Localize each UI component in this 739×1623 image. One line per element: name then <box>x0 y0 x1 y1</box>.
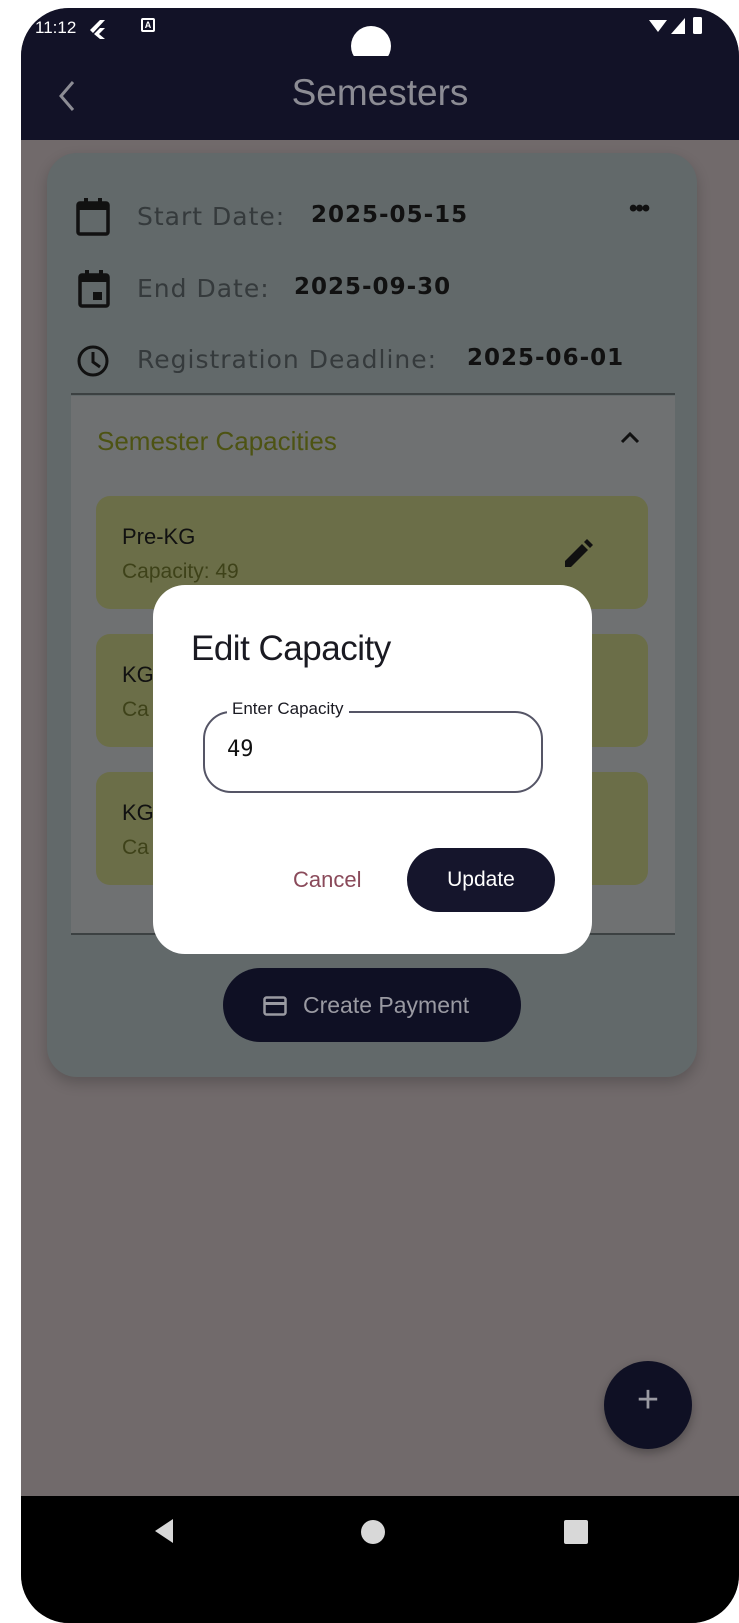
nav-recents-icon[interactable] <box>564 1520 588 1544</box>
capacity-field-label: Enter Capacity <box>227 699 349 719</box>
status-bar: 11:12 A <box>21 8 739 66</box>
clock-icon <box>75 341 111 386</box>
capacity-input[interactable] <box>227 737 517 762</box>
calendar-icon <box>75 198 111 243</box>
end-date-label: End Date: <box>137 274 270 303</box>
capacity-item-name: KG <box>122 800 154 825</box>
page-title: Semesters <box>291 72 469 113</box>
nav-home-icon[interactable] <box>361 1520 385 1544</box>
notification-badge: A <box>141 18 155 32</box>
app-bar: Semesters <box>21 56 739 140</box>
capacities-title[interactable]: Semester Capacities <box>97 426 337 457</box>
edit-icon[interactable] <box>560 538 594 577</box>
cancel-button[interactable]: Cancel <box>293 867 361 893</box>
divider-top <box>71 393 675 395</box>
status-icons <box>647 14 709 43</box>
start-date-value: 2025-05-15 <box>311 202 469 228</box>
capacity-item-value: Capacity: 49 <box>122 560 239 583</box>
flutter-icon <box>88 19 106 44</box>
capacity-item-value: Ca <box>122 698 149 721</box>
edit-capacity-dialog: Edit Capacity Enter Capacity Cancel Upda… <box>153 585 592 954</box>
deadline-label: Registration Deadline: <box>137 345 438 374</box>
wifi-icon <box>649 20 667 32</box>
end-date-value: 2025-09-30 <box>294 274 452 300</box>
update-button[interactable]: Update <box>407 848 555 912</box>
signal-icon <box>671 18 685 34</box>
capacity-item-name: KG <box>122 662 154 687</box>
chevron-up-icon[interactable] <box>619 430 641 451</box>
battery-icon <box>693 17 702 34</box>
event-icon <box>75 270 111 315</box>
create-payment-label: Create Payment <box>303 992 470 1018</box>
plus-icon: + <box>636 1379 660 1421</box>
capacity-item-name: Pre-KG <box>122 524 196 549</box>
nav-back-icon[interactable] <box>153 1518 175 1549</box>
phone-screen: 11:12 A Semesters ••• Start Date: 2025-0… <box>21 8 739 1623</box>
capacity-field[interactable]: Enter Capacity <box>203 699 543 793</box>
add-fab-button[interactable]: + <box>604 1361 692 1449</box>
status-time: 11:12 <box>35 18 77 37</box>
deadline-value: 2025-06-01 <box>467 345 625 371</box>
more-options-button[interactable]: ••• <box>629 195 650 223</box>
payment-card-icon <box>263 995 287 1022</box>
create-payment-button[interactable]: Create Payment <box>223 968 521 1042</box>
system-nav-bar <box>21 1496 739 1623</box>
dialog-title: Edit Capacity <box>191 629 391 668</box>
capacity-item-value: Ca <box>122 836 149 859</box>
start-date-label: Start Date: <box>137 202 286 231</box>
